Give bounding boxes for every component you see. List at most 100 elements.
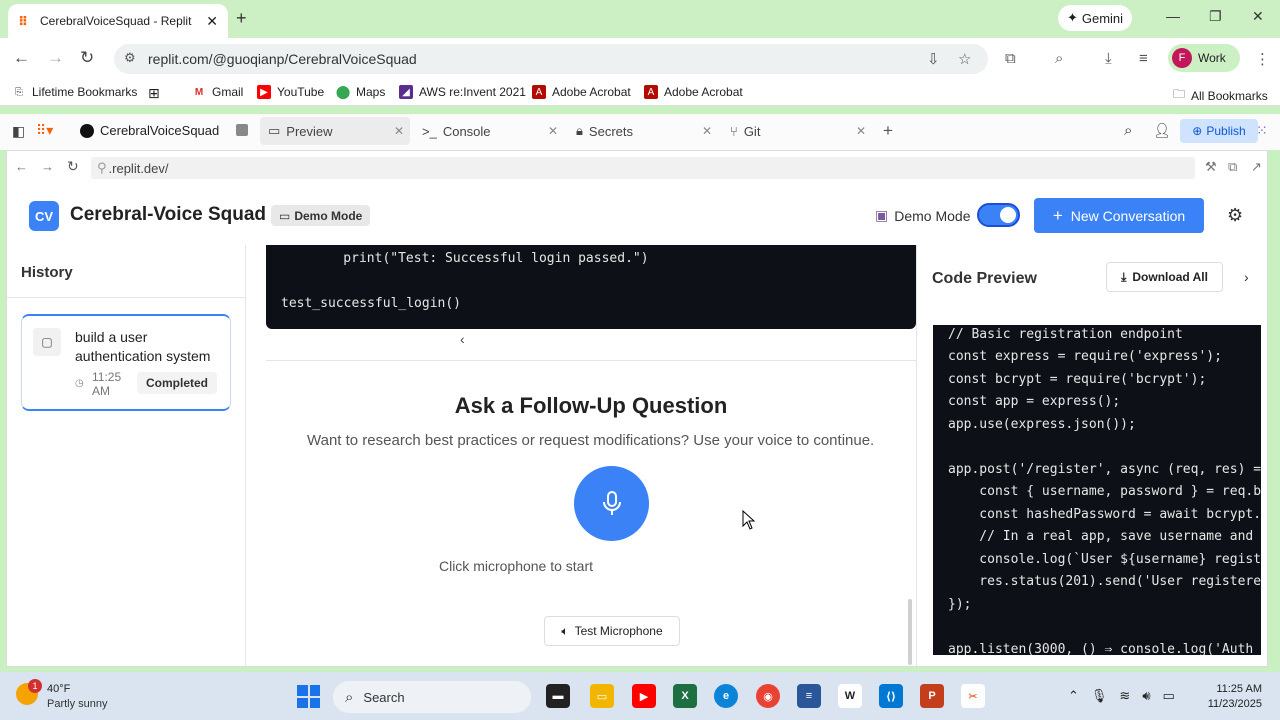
- close-icon[interactable]: ✕: [856, 124, 866, 138]
- app-logo: CV: [29, 201, 59, 231]
- back-arrow-icon[interactable]: ←: [13, 48, 30, 68]
- bookmark-lifetime[interactable]: ⎘ Lifetime Bookmarks: [12, 85, 137, 99]
- download-all-button[interactable]: ⤓ Download All: [1106, 262, 1223, 292]
- code-preview-title: Code Preview: [932, 270, 1037, 287]
- close-icon[interactable]: ✕: [548, 124, 558, 138]
- app-header: CV Cerebral-Voice Squad ▭ Demo Mode ▣ Demo…: [7, 185, 1267, 245]
- notepad-icon[interactable]: ≡: [797, 684, 821, 708]
- weather-widget[interactable]: 1 40°F Partly sunny: [16, 679, 126, 711]
- battery-icon[interactable]: ▭: [1163, 688, 1175, 704]
- test-microphone-button[interactable]: 🔈︎ Test Microphone: [544, 616, 680, 646]
- devices-icon[interactable]: ⧉: [1228, 159, 1237, 175]
- volume-icon[interactable]: 🔊︎: [1142, 688, 1150, 704]
- acrobat-icon: A: [644, 85, 658, 99]
- weather-temp: 40°F: [47, 683, 71, 695]
- tab-preview[interactable]: ▭ Preview ✕: [260, 117, 410, 145]
- maximize-button[interactable]: ❐: [1209, 8, 1222, 25]
- sidebar-toggle-icon[interactable]: ◧: [12, 123, 25, 140]
- lock-icon: 🔒︎: [576, 123, 583, 138]
- minimize-button[interactable]: —: [1166, 8, 1180, 24]
- follow-up-heading: Ask a Follow-Up Question: [454, 393, 728, 418]
- snipping-tool-icon[interactable]: ✂: [961, 684, 985, 708]
- open-new-window-icon[interactable]: ↗: [1251, 159, 1262, 175]
- site-info-icon[interactable]: ⚙: [124, 50, 136, 66]
- history-item[interactable]: ▢ build a user authentication system ◷ 1…: [21, 314, 231, 411]
- downloads-icon[interactable]: ⤓: [1105, 50, 1112, 67]
- back-arrow-icon[interactable]: ←: [15, 159, 28, 174]
- bookmark-star-icon[interactable]: ☆: [958, 50, 971, 68]
- windows-start-icon[interactable]: [297, 685, 320, 708]
- bookmark-acrobat-1[interactable]: A Adobe Acrobat: [532, 85, 631, 99]
- browser-tab[interactable]: ⠿ CerebralVoiceSquad - Replit ✕: [8, 4, 228, 38]
- wave-app-icon[interactable]: W: [838, 684, 862, 708]
- demo-mode-toggle[interactable]: [977, 203, 1020, 227]
- add-tab-button[interactable]: +: [883, 121, 893, 141]
- apps-grid-icon[interactable]: ⊞: [148, 85, 160, 102]
- publish-button[interactable]: ⊕ Publish: [1180, 119, 1258, 143]
- close-tab-icon[interactable]: ✕: [206, 13, 218, 30]
- wifi-icon[interactable]: ≋: [1119, 688, 1130, 704]
- bookmark-aws[interactable]: ◢ AWS re:Invent 2021: [399, 85, 526, 99]
- history-sidebar: History ▢ build a user authentication sy…: [7, 245, 246, 666]
- taskbar-clock[interactable]: 11:25 AM 11/23/2025: [1206, 682, 1262, 712]
- profile-button[interactable]: F Work: [1168, 44, 1240, 72]
- invite-user-icon[interactable]: 👤︎: [1153, 122, 1171, 139]
- forward-arrow-icon[interactable]: →: [47, 48, 64, 68]
- extensions-icon[interactable]: ⧉: [1005, 50, 1016, 67]
- excel-icon[interactable]: X: [673, 684, 697, 708]
- code-line: const { username, password } = req.b: [948, 484, 1261, 499]
- new-conversation-button[interactable]: + New Conversation: [1034, 198, 1204, 233]
- chevron-up-icon[interactable]: ⌃: [1068, 688, 1079, 704]
- gemini-button[interactable]: ✦ Gemini: [1058, 5, 1132, 31]
- task-view-icon[interactable]: ▬: [546, 684, 570, 708]
- browser-tab-title: CerebralVoiceSquad - Replit: [40, 14, 192, 28]
- project-name[interactable]: CerebralVoiceSquad: [80, 123, 219, 138]
- install-app-icon[interactable]: ⇩: [927, 50, 940, 68]
- file-explorer-icon[interactable]: ▭: [590, 684, 614, 708]
- code-line: const bcrypt = require('bcrypt');: [948, 372, 1207, 387]
- youtube-app-icon[interactable]: ▶: [632, 684, 656, 708]
- close-window-button[interactable]: ✕: [1252, 8, 1264, 25]
- tab-secrets[interactable]: 🔒︎ Secrets ✕: [568, 117, 718, 145]
- project-icon: [80, 123, 94, 138]
- all-bookmarks[interactable]: 🗀 All Bookmarks: [1173, 85, 1268, 106]
- microphone-tray-icon[interactable]: 🎙︎: [1091, 688, 1108, 704]
- taskbar-search[interactable]: ⌕ Search: [333, 681, 531, 713]
- forward-arrow-icon[interactable]: →: [41, 159, 54, 174]
- address-url: replit.com/@guoqianp/CerebralVoiceSquad: [148, 51, 417, 67]
- media-icon[interactable]: ≡: [1139, 50, 1148, 67]
- tab-console[interactable]: >_ Console ✕: [414, 117, 564, 145]
- edge-icon[interactable]: e: [714, 684, 738, 708]
- replit-menu-icon[interactable]: ⠿▾: [36, 122, 53, 139]
- close-icon[interactable]: ✕: [394, 124, 404, 138]
- chevron-right-icon[interactable]: ›: [1244, 269, 1249, 285]
- bookmark-acrobat-2[interactable]: A Adobe Acrobat: [644, 85, 743, 99]
- scrollbar[interactable]: [908, 599, 912, 665]
- globe-icon: ⊕: [1192, 124, 1203, 138]
- powerpoint-icon[interactable]: P: [920, 684, 944, 708]
- settings-gear-icon[interactable]: ⚙: [1227, 205, 1243, 226]
- mouse-cursor-icon: [742, 510, 756, 530]
- reload-icon[interactable]: ↻: [67, 158, 79, 175]
- menu-dots-icon[interactable]: ⋮: [1255, 50, 1270, 68]
- reload-icon[interactable]: ↻: [80, 48, 94, 68]
- address-bar[interactable]: ⚙ replit.com/@guoqianp/CerebralVoiceSqua…: [114, 44, 988, 74]
- tab-search-icon[interactable]: ⌕: [1055, 50, 1063, 67]
- close-icon[interactable]: ✕: [702, 124, 712, 138]
- bookmark-maps[interactable]: ⬤ Maps: [335, 84, 386, 99]
- new-tab-button[interactable]: +: [236, 8, 247, 29]
- webview-url-input[interactable]: ⚲ .replit.dev/: [91, 157, 1195, 179]
- search-icon[interactable]: ⌕: [1124, 122, 1132, 139]
- apps-icon[interactable]: ⁙: [1256, 122, 1268, 139]
- vscode-icon[interactable]: ⟨⟩: [879, 684, 903, 708]
- chrome-icon[interactable]: ◉: [756, 684, 780, 708]
- bookmark-youtube[interactable]: ▶ YouTube: [257, 85, 324, 99]
- code-line: });: [948, 597, 972, 612]
- devtools-icon[interactable]: ⚒: [1205, 159, 1217, 175]
- maps-pin-icon: ⬤: [335, 84, 351, 99]
- stop-icon[interactable]: [236, 124, 248, 136]
- tab-git[interactable]: ⑂ Git ✕: [722, 117, 872, 145]
- chevron-left-icon[interactable]: ‹: [460, 331, 465, 347]
- microphone-button[interactable]: [574, 466, 649, 541]
- bookmark-gmail[interactable]: M Gmail: [192, 85, 243, 99]
